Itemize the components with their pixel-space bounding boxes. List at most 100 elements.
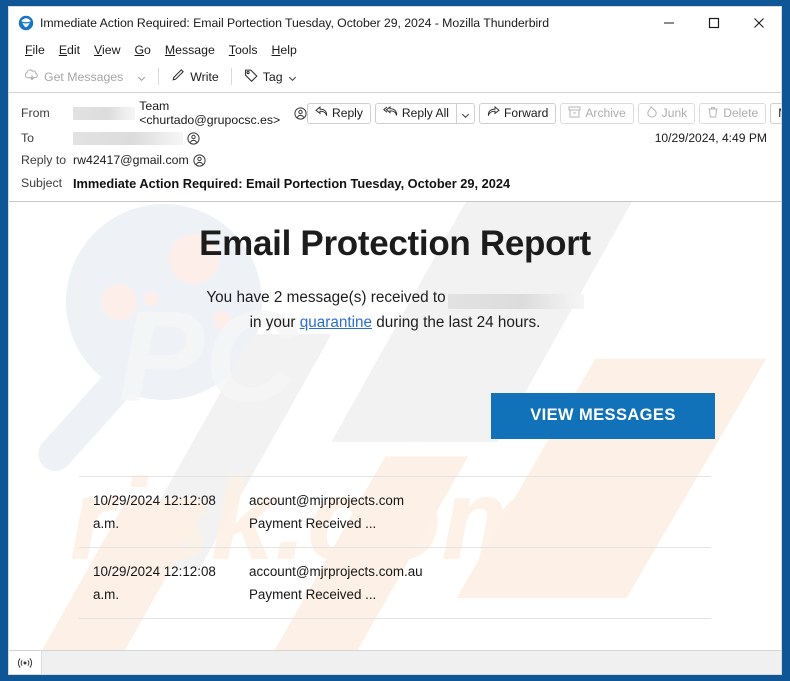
status-text	[41, 651, 781, 674]
subject-value: Immediate Action Required: Email Portect…	[73, 175, 511, 191]
message-date-line2: a.m.	[93, 586, 120, 602]
reply-all-group: Reply All	[374, 102, 475, 124]
contact-icon[interactable]	[187, 131, 200, 145]
title-bar: Immediate Action Required: Email Portect…	[9, 7, 781, 38]
to-label: To	[21, 131, 34, 145]
broadcast-icon[interactable]	[9, 651, 41, 674]
contact-icon[interactable]	[294, 106, 307, 120]
status-bar	[9, 650, 781, 674]
trash-icon	[707, 106, 719, 121]
header-row-reply-to: Reply to rw42417@gmail.com	[9, 149, 781, 171]
chevron-down-icon	[461, 109, 470, 118]
message-date: 10/29/2024, 4:49 PM	[654, 131, 767, 145]
message-date-line2: a.m.	[93, 515, 120, 531]
delete-label: Delete	[723, 106, 759, 120]
reply-to-value: rw42417@gmail.com	[73, 153, 206, 167]
message-subject: Payment Received ...	[249, 515, 377, 531]
archive-icon	[568, 106, 581, 121]
message-date-line1: 10/29/2024 12:12:08	[93, 492, 216, 508]
quarantine-link[interactable]: quarantine	[300, 314, 372, 331]
from-value: Team <churtado@grupocsc.es>	[73, 99, 307, 127]
tag-button[interactable]: Tag	[237, 65, 304, 88]
download-icon	[24, 68, 39, 85]
header-row-from: From Team <churtado@grupocsc.es> Reply R…	[9, 99, 781, 127]
quarantined-messages-table: 10/29/2024 12:12:08 a.m. account@mjrproj…	[79, 475, 711, 619]
message-actions: Reply Reply All Forward Archive Junk Del…	[307, 102, 781, 124]
report-line-2: in your quarantine during the last 24 ho…	[9, 311, 781, 336]
chevron-down-icon	[288, 72, 297, 82]
menu-tools[interactable]: Tools	[222, 41, 265, 59]
maximize-icon[interactable]	[691, 7, 736, 38]
window-title: Immediate Action Required: Email Portect…	[40, 15, 549, 30]
message-info-cell: account@mjrprojects.com.au Payment Recei…	[249, 546, 711, 619]
message-subject: Payment Received ...	[249, 586, 377, 602]
get-messages-label: Get Messages	[44, 69, 124, 84]
menu-bar: FFileile Edit View Go Message Tools Help	[9, 38, 781, 61]
write-button[interactable]: Write	[164, 65, 225, 88]
message-date-cell: 10/29/2024 12:12:08 a.m.	[79, 475, 249, 548]
reply-label: Reply	[332, 106, 363, 120]
junk-label: Junk	[661, 106, 688, 120]
from-label: From	[21, 106, 50, 120]
toolbar-separator	[158, 68, 160, 85]
archive-label: Archive	[585, 106, 626, 120]
contact-icon[interactable]	[193, 153, 206, 167]
forward-label: Forward	[503, 106, 549, 120]
forward-button[interactable]: Forward	[478, 102, 557, 124]
subject-label: Subject	[21, 176, 63, 190]
message-date-cell: 10/29/2024 12:12:08 a.m.	[79, 546, 249, 619]
main-toolbar: Get Messages Write Tag	[9, 61, 781, 93]
reply-icon	[315, 106, 328, 120]
minimize-icon[interactable]	[646, 7, 691, 38]
message-info-cell: account@mjrprojects.com Payment Received…	[249, 475, 711, 548]
to-value	[73, 131, 200, 145]
pencil-icon	[171, 68, 185, 85]
thunderbird-window: Immediate Action Required: Email Portect…	[8, 6, 782, 675]
report-subtext: You have 2 message(s) received to in you…	[9, 286, 781, 336]
menu-go[interactable]: Go	[127, 41, 157, 59]
email-body: PC risk.com Email Protection Report You …	[9, 202, 781, 657]
menu-help[interactable]: Help	[265, 41, 304, 59]
report-title: Email Protection Report	[199, 224, 591, 263]
tag-icon	[244, 68, 258, 85]
write-label: Write	[190, 69, 219, 84]
report-line-2-prefix: in your	[249, 314, 300, 332]
thunderbird-icon	[18, 15, 34, 31]
forward-icon	[487, 106, 500, 120]
get-messages-button[interactable]: Get Messages	[18, 65, 130, 88]
cta-row: VIEW MESSAGES	[9, 392, 781, 439]
redacted-sender-name	[73, 106, 136, 120]
window-controls	[646, 7, 781, 38]
table-row: 10/29/2024 12:12:08 a.m. account@mjrproj…	[79, 546, 711, 619]
reply-all-dropdown[interactable]	[456, 102, 475, 124]
report-line-2-suffix: during the last 24 hours.	[372, 314, 541, 332]
menu-message[interactable]: Message	[158, 41, 222, 59]
table-row: 10/29/2024 12:12:08 a.m. account@mjrproj…	[79, 475, 711, 548]
reply-all-button[interactable]: Reply All	[374, 102, 457, 124]
more-label: More	[778, 106, 781, 120]
message-sender: account@mjrprojects.com.au	[249, 563, 423, 579]
report-line-1-text: You have 2 message(s) received to	[206, 289, 446, 307]
junk-button[interactable]: Junk	[637, 102, 696, 124]
view-messages-button[interactable]: VIEW MESSAGES	[491, 392, 715, 439]
reply-all-label: Reply All	[401, 106, 449, 120]
menu-file[interactable]: FFileile	[18, 41, 52, 59]
from-address: Team <churtado@grupocsc.es>	[139, 99, 281, 127]
header-row-subject: Subject Immediate Action Required: Email…	[9, 171, 781, 195]
reply-button[interactable]: Reply	[307, 102, 371, 124]
delete-button[interactable]: Delete	[699, 102, 767, 124]
menu-edit[interactable]: Edit	[52, 41, 87, 59]
toolbar-separator-2	[230, 68, 232, 85]
message-header: From Team <churtado@grupocsc.es> Reply R…	[9, 93, 781, 202]
report-line-1: You have 2 message(s) received to	[9, 286, 781, 311]
more-button[interactable]: More	[770, 102, 781, 124]
message-date-line1: 10/29/2024 12:12:08	[93, 563, 216, 579]
menu-view[interactable]: View	[87, 41, 127, 59]
redacted-recipient	[73, 131, 183, 145]
archive-button[interactable]: Archive	[560, 102, 634, 124]
close-icon[interactable]	[736, 7, 781, 38]
get-messages-dropdown[interactable]	[130, 69, 153, 84]
junk-icon	[646, 105, 658, 121]
message-sender: account@mjrprojects.com	[249, 492, 404, 508]
chevron-down-icon	[137, 72, 146, 82]
